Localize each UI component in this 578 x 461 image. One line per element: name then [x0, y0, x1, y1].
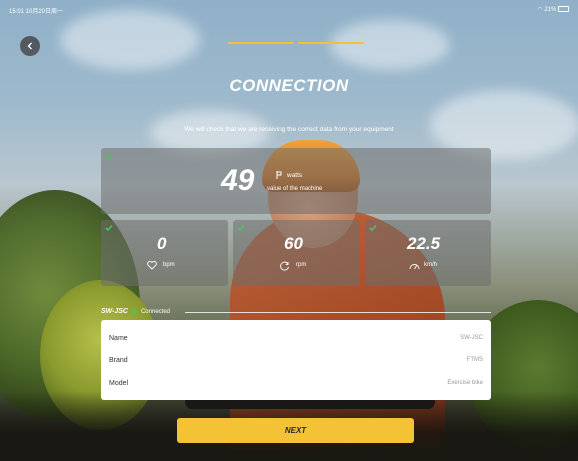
cadence-icon: [280, 261, 289, 271]
speed-card: 22.5 km/h: [365, 220, 491, 286]
cadence-card: 60 rpm: [233, 220, 360, 286]
connection-screen: 15:01 10月20日周一 ◠ 21% CONNECTION We will …: [0, 0, 578, 461]
device-status: Connected: [140, 308, 170, 315]
step-indicator: [298, 42, 364, 44]
power-icon: [276, 171, 282, 179]
divider: [185, 312, 491, 313]
page-title: CONNECTION: [229, 76, 349, 95]
speed-value: 22.5: [407, 234, 441, 253]
status-time: 15:01 10月20日周一: [9, 9, 64, 15]
heart-rate-card: 0 bpm: [101, 220, 228, 286]
chevron-left-icon: [27, 42, 32, 50]
step-progress: [228, 42, 364, 44]
cloud: [60, 10, 200, 70]
device-name: SW-JSC: [101, 308, 128, 315]
info-label: Brand: [109, 356, 128, 364]
status-battery: ◠ 21%: [537, 6, 569, 16]
device-info-panel: Name SW-JSC Brand FTMS Model Exercise bi…: [101, 320, 491, 400]
power-unit: watts: [287, 172, 303, 179]
info-value: SW-JSC: [460, 335, 483, 341]
step-indicator: [228, 42, 294, 44]
check-icon: [369, 224, 377, 232]
power-card: 49 watts value of the machine: [101, 148, 491, 214]
heart-icon: [147, 261, 157, 270]
info-label: Name: [109, 334, 128, 342]
info-value: FTMS: [466, 357, 483, 363]
cadence-unit: rpm: [296, 262, 307, 268]
cadence-value: 60: [284, 234, 303, 253]
heart-rate-value: 0: [157, 234, 167, 253]
info-value: Exercise bike: [447, 380, 483, 386]
power-description: value of the machine: [267, 186, 323, 192]
info-row-brand: Brand FTMS: [109, 354, 483, 366]
status-bar: 15:01 10月20日周一 ◠ 21%: [9, 6, 569, 16]
check-icon: [105, 224, 113, 232]
cloud: [330, 20, 450, 70]
heart-rate-unit: bpm: [163, 262, 175, 268]
info-label: Model: [109, 379, 129, 387]
back-button[interactable]: [20, 36, 40, 56]
battery-icon: [558, 6, 569, 13]
connected-status-dot: [131, 309, 137, 314]
wifi-icon: ◠: [537, 7, 543, 13]
power-value: 49: [221, 164, 255, 197]
info-row-model: Model Exercise bike: [109, 377, 483, 389]
device-header: SW-JSC Connected: [101, 308, 170, 315]
speed-unit: km/h: [424, 262, 438, 268]
check-icon: [105, 152, 113, 160]
next-button[interactable]: NEXT: [177, 418, 414, 443]
speedometer-icon: [409, 264, 420, 270]
check-icon: [237, 224, 245, 232]
info-row-name: Name SW-JSC: [109, 332, 483, 344]
page-subtitle: We will check that we are receiving the …: [184, 126, 394, 133]
